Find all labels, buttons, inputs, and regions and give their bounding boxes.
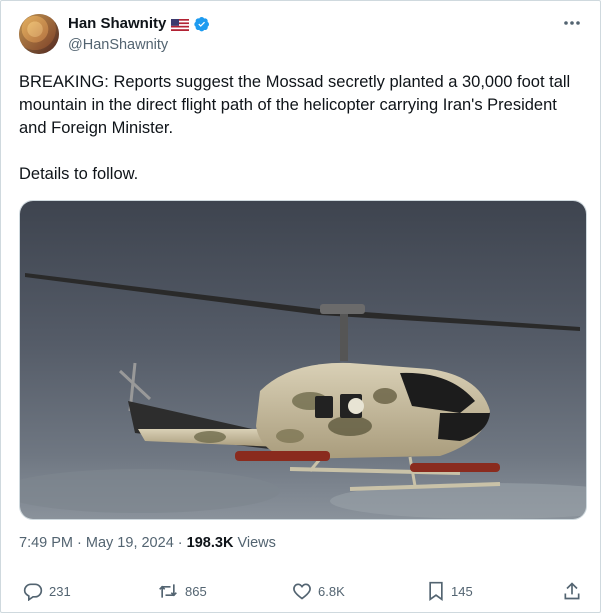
like-button[interactable]: 6.8K (292, 581, 345, 601)
author-handle[interactable]: @HanShawnity (68, 37, 168, 53)
share-button[interactable] (562, 581, 582, 601)
verified-badge-icon (194, 16, 210, 32)
repost-button[interactable]: 865 (157, 581, 207, 601)
reply-count: 231 (49, 583, 71, 599)
bookmark-icon (427, 581, 445, 601)
views-label: Views (233, 535, 276, 551)
meta-separator: · (173, 535, 187, 551)
tweet-card: Han Shawnity @HanShawnity BREAKING: Repo… (0, 0, 601, 613)
tweet-text: BREAKING: Reports suggest the Mossad sec… (19, 73, 571, 183)
reply-icon (23, 581, 43, 601)
tweet-date[interactable]: May 19, 2024 (86, 535, 174, 551)
tweet-time[interactable]: 7:49 PM (19, 535, 73, 551)
like-count: 6.8K (318, 583, 345, 599)
meta-separator: · (73, 535, 86, 551)
bookmark-count: 145 (451, 583, 473, 599)
tweet-media-image[interactable] (19, 200, 587, 520)
avatar[interactable] (19, 14, 59, 54)
helicopter-photo (20, 201, 586, 519)
tweet-meta: 7:49 PM · May 19, 2024 · 198.3K Views (19, 535, 276, 551)
author-display-name[interactable]: Han Shawnity (68, 15, 166, 32)
reply-button[interactable]: 231 (23, 581, 71, 601)
repost-count: 865 (185, 583, 207, 599)
views-count: 198.3K (186, 535, 234, 551)
repost-icon (157, 581, 179, 601)
heart-icon (292, 581, 312, 601)
bookmark-button[interactable]: 145 (427, 581, 473, 601)
author-name-row: Han Shawnity (68, 15, 210, 32)
us-flag-icon (171, 18, 190, 31)
more-horizontal-icon[interactable] (562, 13, 582, 33)
share-icon (562, 581, 582, 601)
tweet-actions: 231 865 6.8K 145 (1, 581, 601, 609)
